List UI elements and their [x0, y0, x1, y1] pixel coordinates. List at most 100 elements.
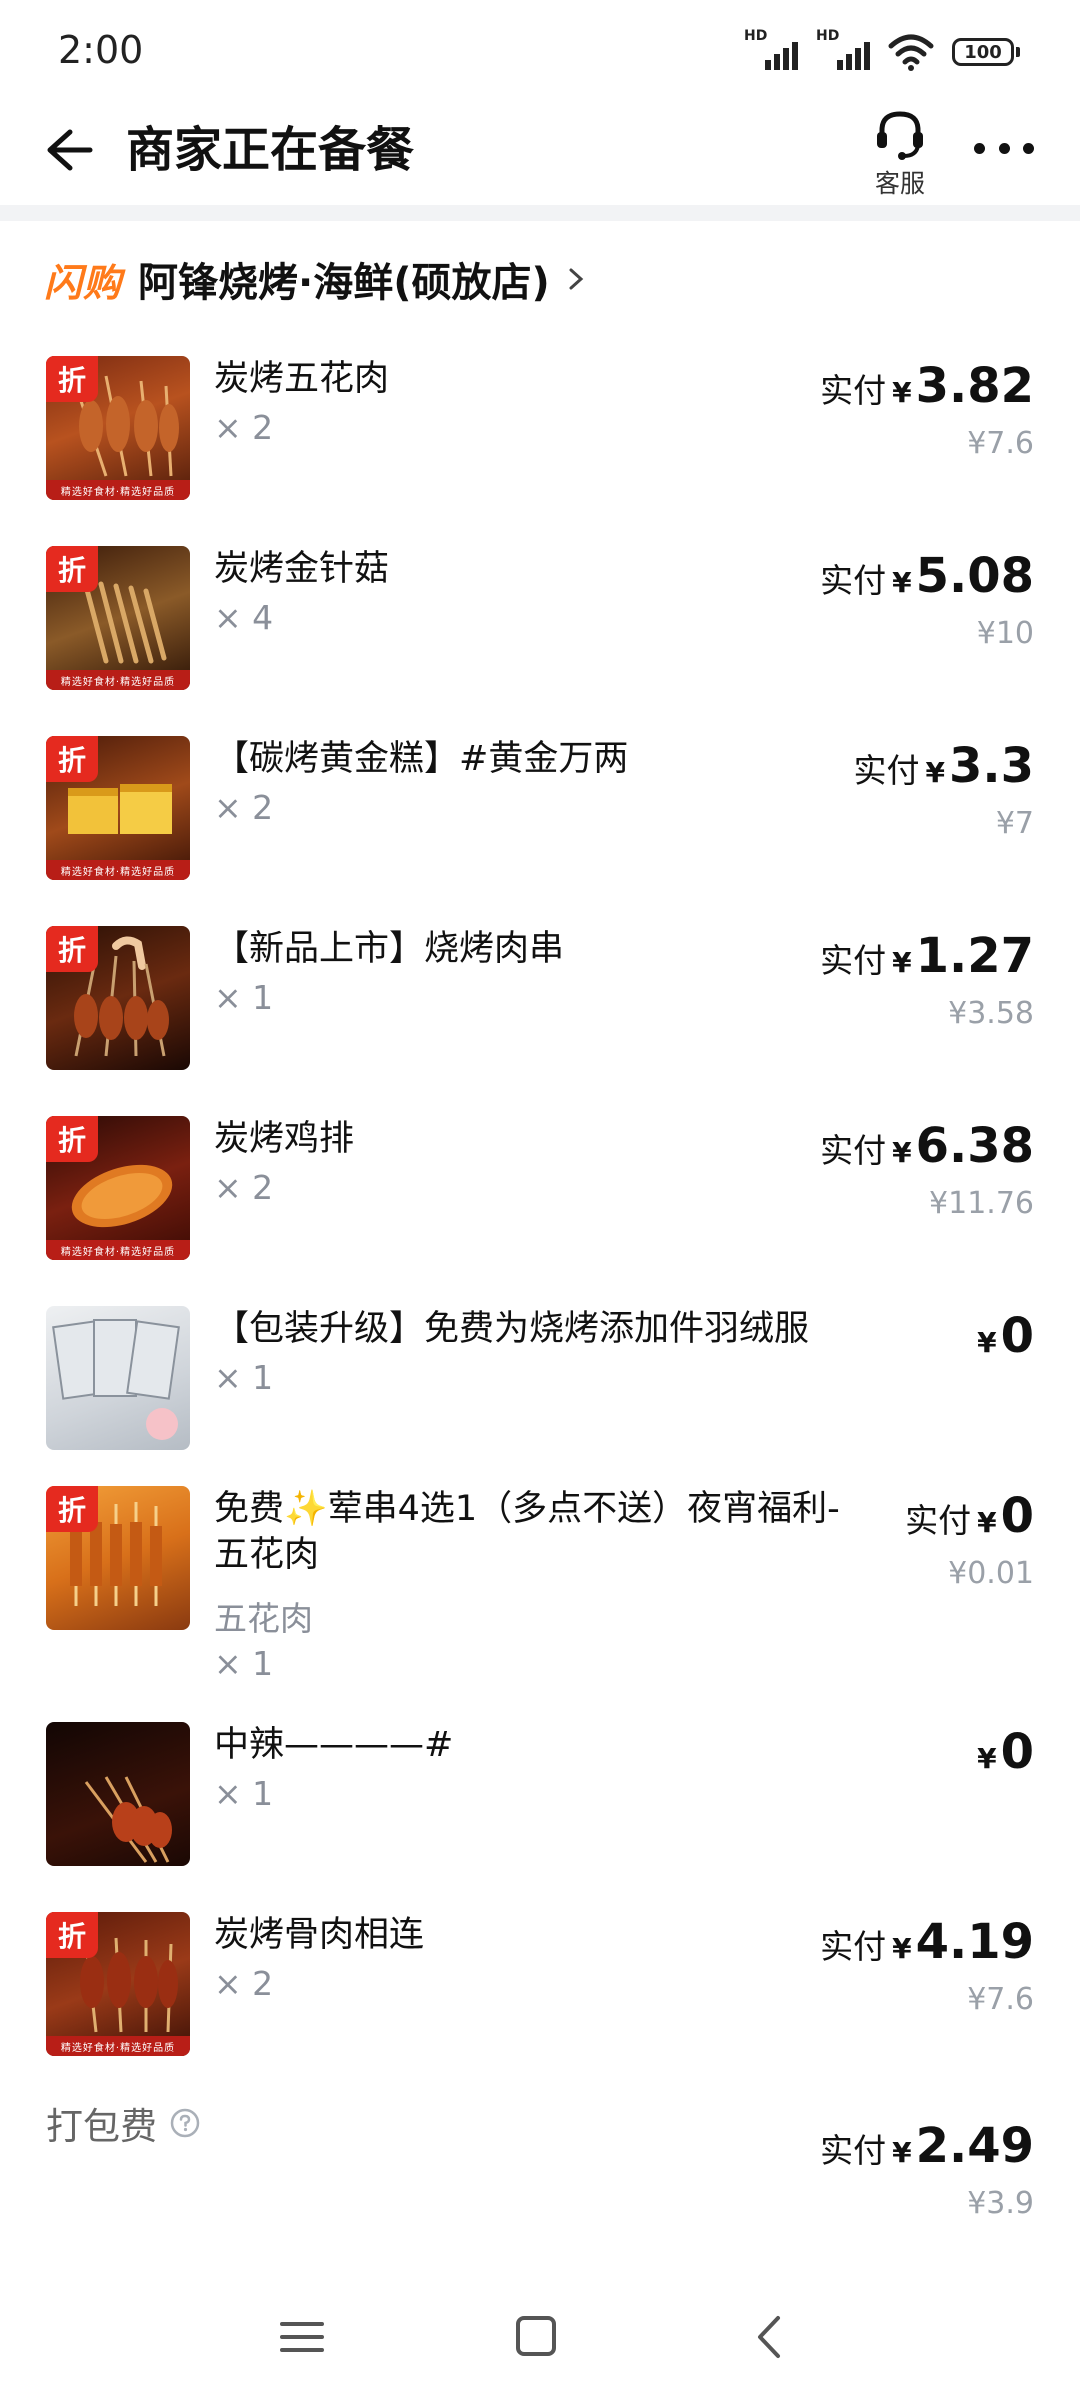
home-icon[interactable]	[506, 2310, 566, 2364]
item-price: 实付 ¥ 3.82	[820, 358, 1034, 414]
customer-service-button[interactable]: 客服	[860, 106, 940, 198]
original-price: ¥0.01	[948, 1556, 1034, 1591]
food-spicy-skewers-image	[84, 1776, 172, 1863]
flash-purchase-tag: 闪购	[44, 260, 123, 305]
item-thumbnail: 折 精选好食材·精选好品质	[46, 546, 190, 690]
more-options-button[interactable]	[974, 126, 1034, 170]
item-price: 实付 ¥ 0	[905, 1488, 1034, 1544]
paid-label: 实付	[820, 2131, 887, 2170]
currency-symbol: ¥	[892, 946, 912, 979]
item-quantity: × 4	[214, 598, 274, 637]
back-arrow-icon[interactable]	[36, 118, 100, 182]
item-price: 实付 ¥ 6.38	[820, 1118, 1034, 1174]
item-name: 炭烤鸡排	[214, 1119, 355, 1159]
original-price: ¥11.76	[929, 1186, 1034, 1221]
help-icon[interactable]	[169, 2107, 201, 2139]
discount-badge: 折	[46, 546, 98, 592]
item-name: 炭烤五花肉	[214, 359, 390, 399]
currency-symbol: ¥	[892, 376, 912, 409]
item-thumbnail	[46, 1306, 190, 1450]
price-value: 5.08	[915, 548, 1034, 604]
original-price: ¥3.9	[967, 2186, 1034, 2221]
system-navigation-bar	[0, 2288, 1080, 2384]
paid-label: 实付	[820, 941, 887, 980]
status-bar: 2:00 HD HD 100	[0, 0, 1080, 100]
paid-label: 实付	[853, 751, 920, 790]
original-price: ¥7	[995, 806, 1034, 841]
dot-icon	[974, 142, 985, 154]
original-price: ¥7.6	[967, 1982, 1034, 2017]
dot-icon	[998, 142, 1010, 154]
price-value: 3.3	[948, 738, 1034, 794]
discount-badge: 折	[46, 736, 98, 782]
item-thumbnail: 折	[46, 1486, 190, 1630]
item-price: 实付 ¥ 4.19	[820, 1914, 1034, 1970]
price-value: 0	[1000, 1488, 1034, 1544]
item-quantity: × 1	[214, 1358, 274, 1397]
item-quantity: × 2	[214, 408, 274, 447]
currency-symbol: ¥	[977, 1326, 997, 1359]
top-nav: 商家正在备餐 客服	[0, 100, 1080, 205]
price-value: 4.19	[915, 1914, 1034, 1970]
price-value: 1.27	[915, 928, 1034, 984]
item-quantity: × 2	[214, 1964, 274, 2003]
discount-badge: 折	[46, 926, 98, 972]
chevron-right-icon	[569, 268, 584, 290]
discount-badge: 折	[46, 1912, 98, 1958]
discount-badge: 折	[46, 1116, 98, 1162]
section-divider	[0, 205, 1080, 221]
currency-symbol: ¥	[892, 1932, 912, 1965]
back-icon[interactable]	[740, 2310, 800, 2364]
item-thumbnail: 折 精选好食材·精选好品质	[46, 736, 190, 880]
item-name: 【包装升级】免费为烧烤添加件羽绒服	[214, 1309, 810, 1349]
item-name: 免费✨荤串4选1（多点不送）夜宵福利-五花肉	[214, 1489, 840, 1575]
item-thumbnail: 折 精选好食材·精选好品质	[46, 1912, 190, 2056]
original-price: ¥7.6	[967, 426, 1034, 461]
price-value: 3.82	[915, 358, 1034, 414]
item-quantity: × 1	[214, 1774, 274, 1813]
discount-badge: 折	[46, 356, 98, 402]
item-price: 实付 ¥ 2.49	[820, 2118, 1034, 2174]
item-quantity: × 1	[214, 1644, 274, 1683]
item-quantity: × 2	[214, 788, 274, 827]
shop-header[interactable]: 闪购 阿锋烧烤·海鲜(硕放店)	[44, 252, 586, 306]
food-packaging-bags-image	[52, 1319, 180, 1440]
paid-label: 实付	[820, 561, 887, 600]
shop-name: 阿锋烧烤·海鲜(硕放店)	[138, 260, 550, 306]
item-price: ¥ 0	[977, 1308, 1034, 1364]
thumbnail-slogan: 精选好食材·精选好品质	[46, 670, 190, 690]
paid-label: 实付	[820, 371, 887, 410]
status-time: 2:00	[58, 28, 144, 72]
battery-icon: 100	[952, 38, 1020, 66]
signal-icon: HD	[744, 28, 798, 72]
dot-icon	[1023, 142, 1034, 154]
original-price: ¥3.58	[948, 996, 1034, 1031]
customer-service-label: 客服	[874, 169, 925, 198]
packing-fee-label: 打包费	[46, 2096, 201, 2150]
packing-fee-text: 打包费	[46, 2105, 157, 2148]
paid-label: 实付	[820, 1131, 887, 1170]
item-name: 【新品上市】烧烤肉串	[214, 929, 565, 969]
headset-icon	[877, 111, 923, 160]
item-name: 【碳烤黄金糕】#黄金万两	[214, 739, 629, 779]
price-value: 0	[1000, 1308, 1034, 1364]
item-price: 实付 ¥ 1.27	[820, 928, 1034, 984]
item-quantity: × 1	[214, 978, 274, 1017]
item-price: 实付 ¥ 5.08	[820, 548, 1034, 604]
thumbnail-slogan: 精选好食材·精选好品质	[46, 860, 190, 880]
item-name: 炭烤骨肉相连	[214, 1915, 425, 1955]
discount-badge: 折	[46, 1486, 98, 1532]
item-price: ¥ 0	[977, 1724, 1034, 1780]
currency-symbol: ¥	[892, 566, 912, 599]
item-quantity: × 2	[214, 1168, 274, 1207]
item-name: 中辣————#	[214, 1725, 454, 1765]
paid-label: 实付	[820, 1927, 887, 1966]
original-price: ¥10	[976, 616, 1034, 651]
price-value: 2.49	[915, 2118, 1034, 2174]
thumbnail-slogan: 精选好食材·精选好品质	[46, 2036, 190, 2056]
currency-symbol: ¥	[892, 2136, 912, 2169]
price-value: 6.38	[915, 1118, 1034, 1174]
menu-icon[interactable]	[272, 2310, 332, 2364]
currency-symbol: ¥	[977, 1742, 997, 1775]
page-title: 商家正在备餐	[126, 122, 415, 178]
